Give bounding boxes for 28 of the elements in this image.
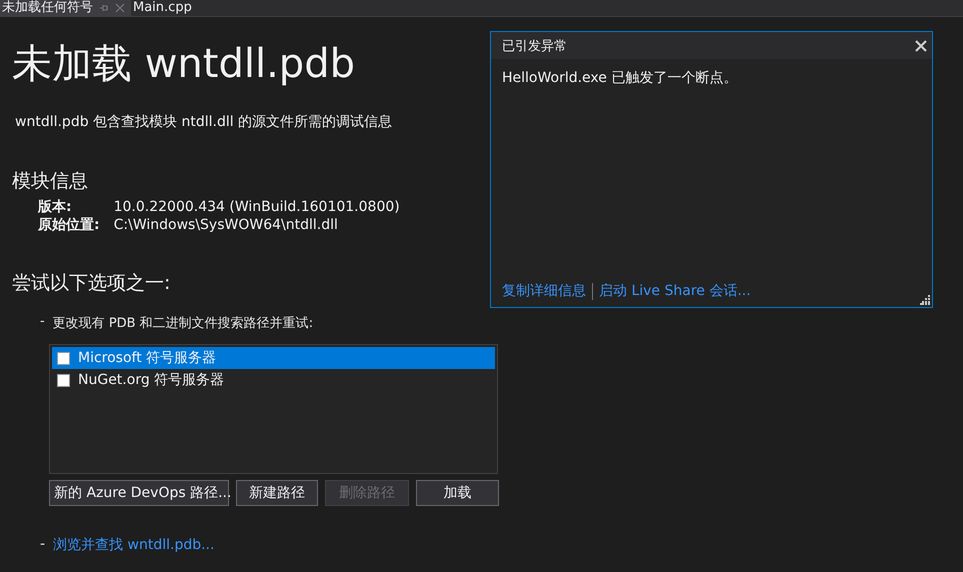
info-value: 10.0.22000.434 (WinBuild.160101.0800): [114, 198, 401, 216]
popup-title: 已引发异常: [502, 38, 567, 54]
info-value: C:\Windows\SysWOW64\ntdll.dll: [114, 216, 339, 234]
server-list-item[interactable]: NuGet.org 符号服务器: [52, 369, 495, 391]
path-button[interactable]: 新建路径: [236, 480, 318, 506]
bullet: -: [40, 314, 45, 331]
path-button[interactable]: 新的 Azure DevOps 路径...: [49, 480, 229, 506]
section-heading: 模块信息: [12, 169, 89, 194]
description-text: wntdll.pdb 包含查找模块 ntdll.dll 的源文件所需的调试信息: [15, 113, 394, 131]
popup-link[interactable]: 复制详细信息: [502, 282, 586, 300]
option-text: 更改现有 PDB 和二进制文件搜索路径并重试:: [52, 315, 314, 332]
page-title: 未加载 wntdll.pdb: [12, 40, 356, 89]
server-label: Microsoft 符号服务器: [78, 349, 216, 367]
exception-message: HelloWorld.exe 已触发了一个断点。: [501, 69, 738, 88]
browse-link[interactable]: 浏览并查找 wntdll.pdb...: [53, 536, 214, 554]
path-button[interactable]: 加载: [416, 480, 499, 506]
popup-link[interactable]: 启动 Live Share 会话...: [599, 282, 751, 300]
server-label: NuGet.org 符号服务器: [78, 371, 224, 389]
info-label: 版本:: [38, 198, 73, 216]
document-tab[interactable]: Main.cpp: [131, 0, 198, 16]
info-label: 原始位置:: [38, 216, 100, 234]
resize-grip-icon[interactable]: [920, 295, 930, 305]
bullet: -: [40, 536, 46, 554]
server-list-item[interactable]: Microsoft 符号服务器: [52, 347, 495, 369]
checkbox[interactable]: [57, 352, 70, 364]
close-button[interactable]: [914, 38, 928, 52]
checkbox[interactable]: [57, 374, 70, 386]
section-heading: 尝试以下选项之一:: [12, 271, 172, 296]
